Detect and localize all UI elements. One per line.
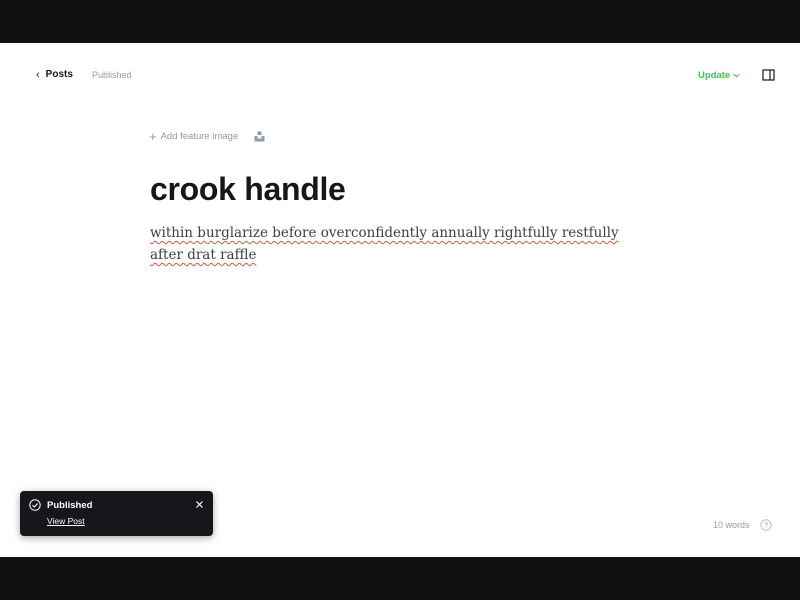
update-button-label: Update — [698, 70, 731, 81]
feature-image-row: + Add feature image — [149, 129, 265, 144]
add-feature-image-button[interactable]: + Add feature image — [149, 129, 239, 144]
sidebar-toggle-icon[interactable] — [762, 69, 775, 81]
unsplash-icon[interactable] — [254, 131, 265, 142]
letterbox-top — [0, 0, 800, 43]
update-button[interactable]: Update — [698, 70, 740, 81]
post-status: Published — [92, 70, 132, 80]
notification-title: Published — [47, 500, 93, 511]
check-circle-icon — [29, 499, 41, 511]
plus-icon: + — [149, 129, 157, 144]
post-body[interactable]: within burglarize before overconfidently… — [150, 222, 630, 266]
add-feature-image-label: Add feature image — [160, 131, 239, 142]
post-title[interactable]: crook handle — [150, 171, 346, 208]
letterbox-bottom — [0, 557, 800, 600]
back-link-label: Posts — [45, 69, 73, 80]
close-icon[interactable] — [195, 500, 204, 509]
chevron-down-icon — [733, 73, 740, 78]
post-editor: ‹ Posts Published Update + Add feature i… — [0, 43, 800, 557]
published-notification: Published View Post — [20, 491, 213, 536]
view-post-link[interactable]: View Post — [47, 516, 85, 526]
chevron-left-icon: ‹ — [36, 68, 40, 81]
back-to-posts-link[interactable]: ‹ Posts — [36, 69, 73, 80]
help-icon[interactable] — [760, 519, 772, 531]
word-count: 10 words — [713, 520, 750, 530]
